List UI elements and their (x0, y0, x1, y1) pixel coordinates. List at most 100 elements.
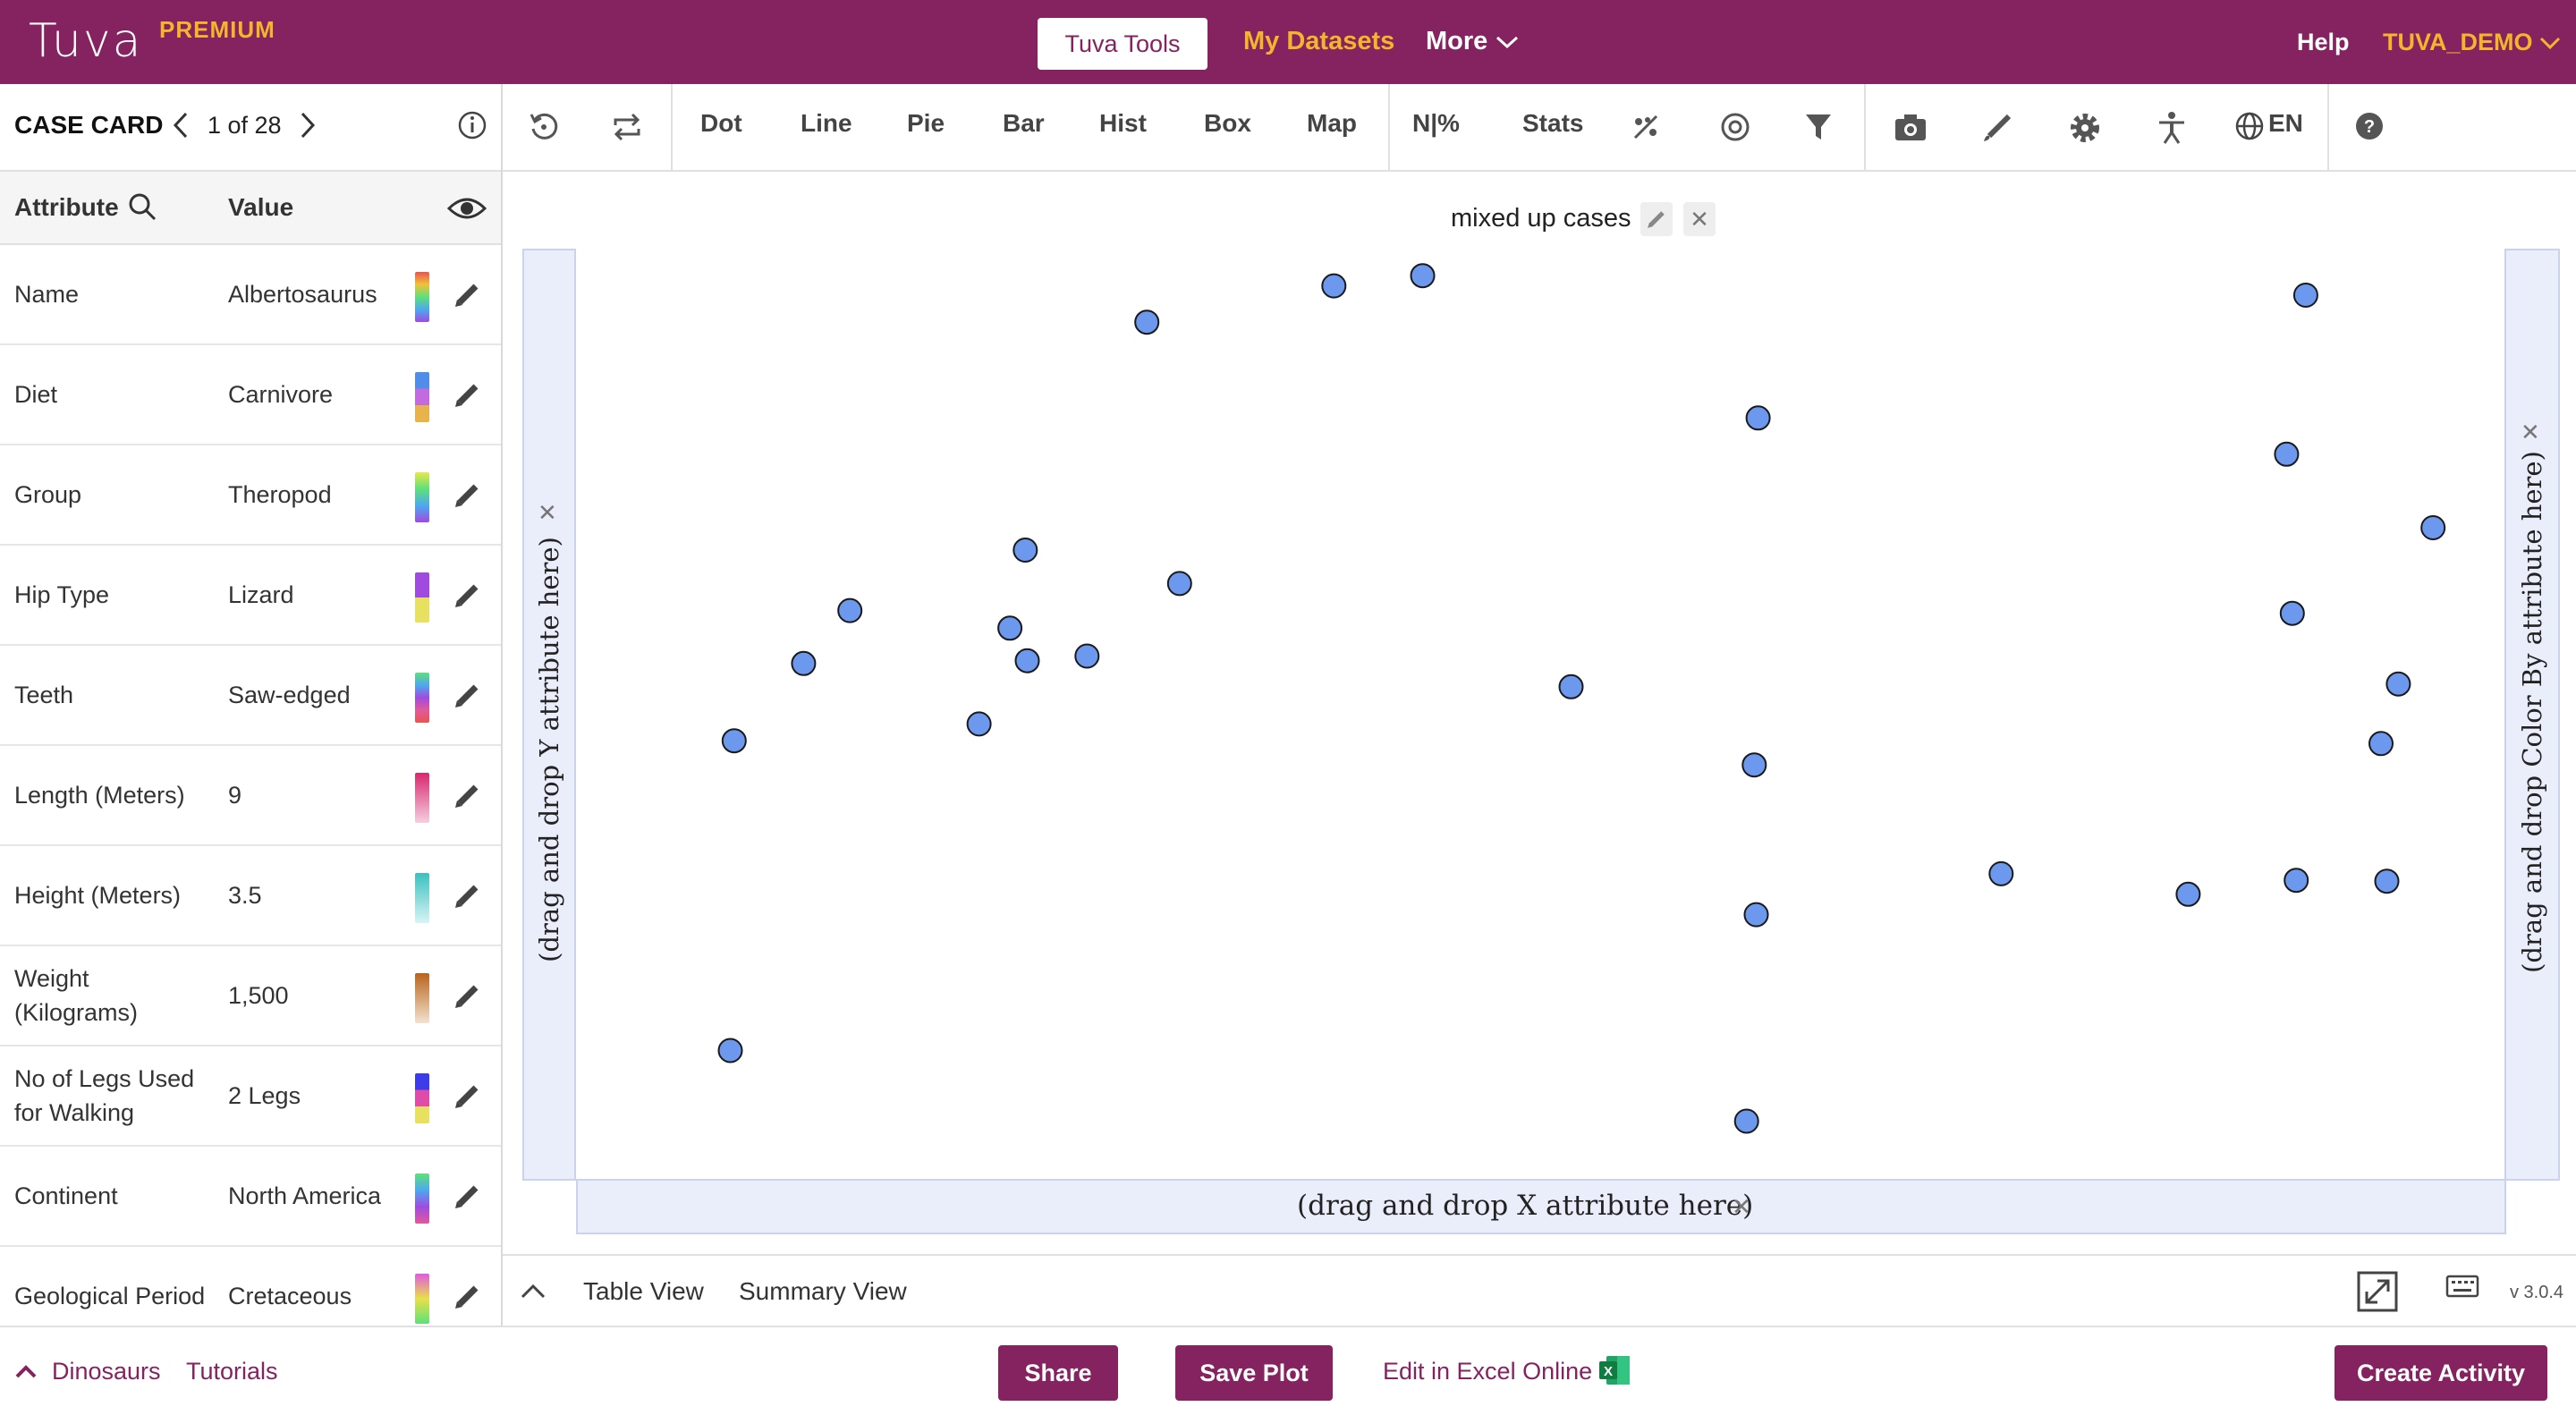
case-point[interactable] (1321, 273, 1347, 299)
case-point[interactable] (1013, 538, 1038, 563)
case-point[interactable] (721, 728, 747, 754)
gear-icon[interactable] (2068, 111, 2102, 145)
case-point[interactable] (966, 711, 992, 737)
edit-title-button[interactable] (1640, 202, 1673, 236)
case-point[interactable] (2279, 600, 2305, 626)
summary-view-tab[interactable]: Summary View (739, 1277, 907, 1306)
case-point[interactable] (837, 597, 863, 623)
color-scale-swatch[interactable] (415, 973, 429, 1023)
pencil-icon[interactable] (453, 381, 481, 410)
color-scale-swatch[interactable] (415, 673, 429, 723)
filter-icon[interactable] (1803, 111, 1834, 143)
line-plot-button[interactable]: Line (801, 109, 852, 138)
draw-icon[interactable] (1980, 111, 2014, 143)
case-point[interactable] (1743, 902, 1769, 928)
case-point[interactable] (1741, 752, 1767, 778)
chevron-up-icon[interactable] (519, 1277, 547, 1306)
pencil-icon[interactable] (453, 1283, 481, 1311)
attribute-name[interactable]: No of Legs Used for Walking (14, 1046, 216, 1145)
attribute-name[interactable]: Height (Meters) (14, 846, 216, 945)
color-scale-swatch[interactable] (415, 372, 429, 422)
color-scale-swatch[interactable] (415, 472, 429, 522)
accessibility-icon[interactable] (2156, 111, 2188, 145)
pencil-icon[interactable] (453, 782, 481, 810)
case-point[interactable] (1745, 405, 1771, 431)
swap-axes-icon[interactable] (610, 111, 644, 143)
case-point[interactable] (1166, 571, 1192, 597)
case-point[interactable] (1014, 648, 1040, 674)
attribute-name[interactable]: Weight (Kilograms) (14, 946, 216, 1045)
info-icon[interactable] (456, 109, 488, 141)
case-point[interactable] (791, 650, 817, 676)
case-point[interactable] (1733, 1108, 1759, 1134)
color-scale-swatch[interactable] (415, 272, 429, 322)
tuva-logo[interactable]: Tuva (29, 13, 142, 70)
search-icon[interactable] (127, 191, 157, 222)
trend-line-icon[interactable] (1630, 111, 1662, 143)
user-menu[interactable]: TUVA_DEMO (2383, 29, 2562, 56)
close-icon[interactable]: ✕ (1732, 1193, 1751, 1221)
count-percent-button[interactable]: N|% (1412, 109, 1460, 138)
attribute-name[interactable]: Diet (14, 345, 216, 444)
case-point[interactable] (1410, 263, 1436, 289)
case-point[interactable] (2368, 731, 2394, 757)
attribute-name[interactable]: Teeth (14, 646, 216, 744)
color-scale-swatch[interactable] (415, 572, 429, 623)
attribute-name[interactable]: Continent (14, 1147, 216, 1245)
remove-title-button[interactable]: ✕ (1683, 202, 1716, 236)
pie-chart-button[interactable]: Pie (907, 109, 945, 138)
close-icon[interactable]: ✕ (538, 499, 557, 527)
pencil-icon[interactable] (453, 281, 481, 309)
histogram-button[interactable]: Hist (1099, 109, 1147, 138)
attribute-name[interactable]: Group (14, 445, 216, 544)
language-selector[interactable]: EN (2268, 109, 2303, 138)
case-point[interactable] (2284, 868, 2309, 894)
attribute-name[interactable]: Length (Meters) (14, 746, 216, 844)
create-activity-button[interactable]: Create Activity (2334, 1345, 2547, 1401)
case-point[interactable] (1074, 643, 1100, 669)
case-point[interactable] (1558, 674, 1584, 699)
my-datasets-link[interactable]: My Datasets (1243, 27, 1394, 56)
dataset-link[interactable]: Dinosaurs (52, 1358, 161, 1385)
next-case-icon[interactable] (297, 109, 318, 141)
save-plot-button[interactable]: Save Plot (1175, 1345, 1333, 1401)
close-icon[interactable]: ✕ (2521, 419, 2540, 446)
reset-icon[interactable] (528, 111, 560, 143)
previous-case-icon[interactable] (170, 109, 191, 141)
plot-title[interactable]: mixed up cases (1451, 204, 1631, 233)
dot-plot-button[interactable]: Dot (700, 109, 742, 138)
case-point[interactable] (2175, 881, 2201, 907)
case-point[interactable] (997, 615, 1023, 641)
case-point[interactable] (2385, 671, 2411, 697)
scatter-plot-area[interactable] (576, 249, 2504, 1179)
pencil-icon[interactable] (453, 1082, 481, 1111)
tuva-tools-button[interactable]: Tuva Tools (1038, 18, 1208, 70)
pencil-icon[interactable] (453, 882, 481, 911)
share-button[interactable]: Share (998, 1345, 1118, 1401)
pencil-icon[interactable] (453, 982, 481, 1011)
camera-icon[interactable] (1893, 111, 1928, 143)
color-scale-swatch[interactable] (415, 773, 429, 823)
eye-icon[interactable] (447, 195, 487, 222)
chevron-up-icon[interactable] (14, 1363, 38, 1379)
map-button[interactable]: Map (1307, 109, 1357, 138)
pencil-icon[interactable] (453, 481, 481, 510)
edit-in-excel-link[interactable]: Edit in Excel Online (1383, 1358, 1592, 1385)
case-point[interactable] (1988, 860, 2014, 886)
pencil-icon[interactable] (453, 682, 481, 710)
case-point[interactable] (717, 1038, 743, 1063)
box-plot-button[interactable]: Box (1204, 109, 1251, 138)
color-scale-swatch[interactable] (415, 1274, 429, 1324)
case-point[interactable] (2420, 515, 2446, 540)
bar-chart-button[interactable]: Bar (1003, 109, 1045, 138)
pencil-icon[interactable] (453, 1182, 481, 1211)
excel-icon[interactable]: X (1597, 1354, 1631, 1386)
keyboard-icon[interactable] (2445, 1274, 2479, 1299)
help-icon[interactable]: ? (2354, 111, 2385, 141)
attribute-name[interactable]: Geological Period (14, 1247, 216, 1326)
color-scale-swatch[interactable] (415, 1073, 429, 1123)
tutorials-link[interactable]: Tutorials (186, 1358, 278, 1385)
color-scale-swatch[interactable] (415, 873, 429, 923)
expand-icon[interactable] (2356, 1270, 2399, 1313)
color-scale-swatch[interactable] (415, 1174, 429, 1224)
